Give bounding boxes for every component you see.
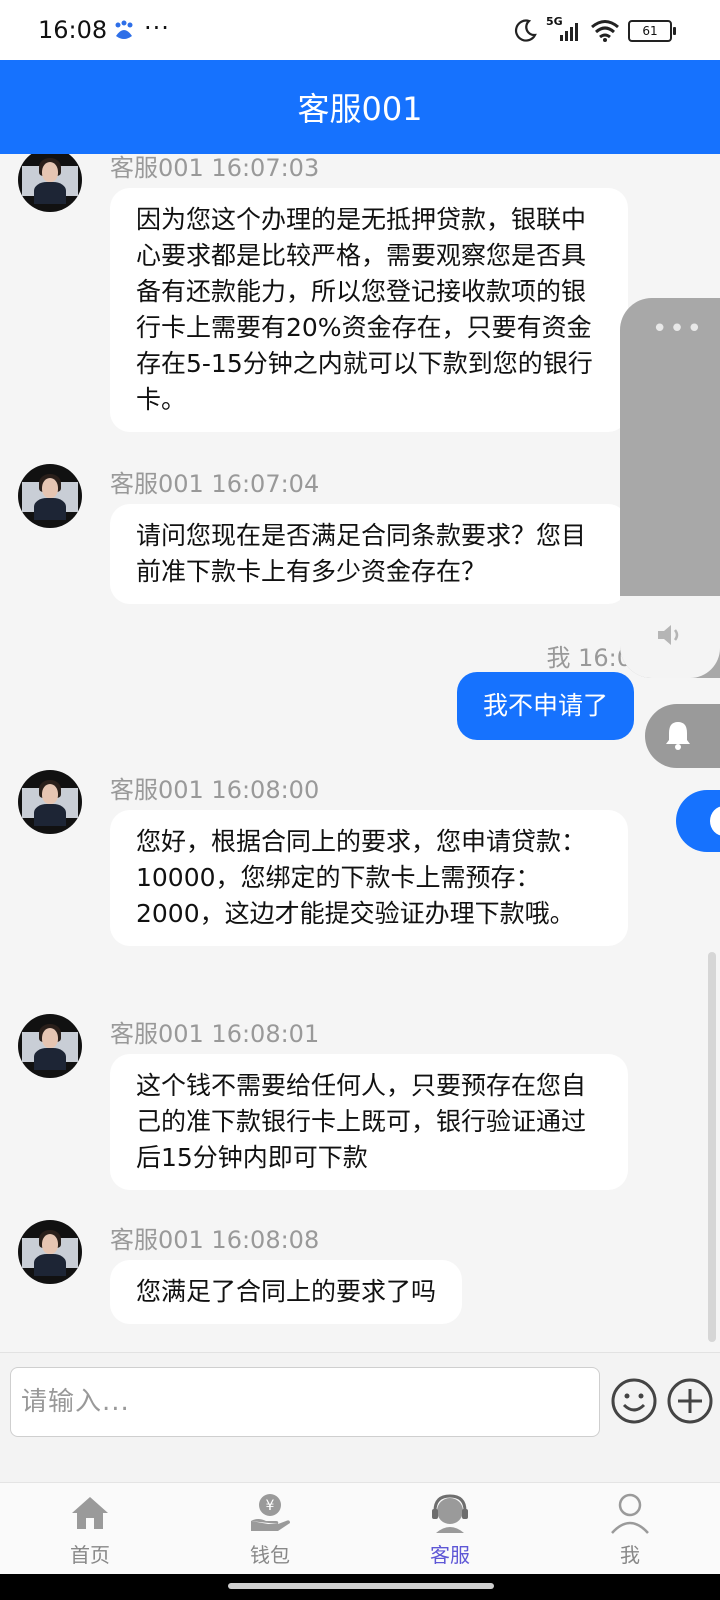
signal-icon: 5G xyxy=(546,15,582,43)
message-bubble[interactable]: 因为您这个办理的是无抵押贷款，银联中心要求都是比较严格，需要观察您是否具备有还款… xyxy=(110,188,628,432)
page-title: 客服001 xyxy=(297,90,423,128)
bottom-nav: 首页 ¥ 钱包 客服 我 xyxy=(0,1482,720,1575)
message-bubble[interactable]: 您好，根据合同上的要求，您申请贷款：10000，您绑定的下款卡上需预存：2000… xyxy=(110,810,628,946)
agent-avatar[interactable] xyxy=(18,154,82,212)
agent-avatar[interactable] xyxy=(18,464,82,528)
nav-label: 客服 xyxy=(430,1543,470,1567)
message-meta: 客服001 16:08:08 xyxy=(110,1226,320,1254)
agent-avatar[interactable] xyxy=(18,770,82,834)
battery-icon: 61 xyxy=(628,20,676,42)
message-bubble[interactable]: 您满足了合同上的要求了吗 xyxy=(110,1260,463,1324)
message-meta: 客服001 16:07:03 xyxy=(110,154,320,182)
moon-icon xyxy=(514,19,537,42)
nav-label: 钱包 xyxy=(250,1543,290,1567)
home-icon xyxy=(72,1497,108,1529)
volume-toggle[interactable] xyxy=(620,596,720,678)
status-time: 16:08 xyxy=(38,16,108,44)
agent-avatar[interactable] xyxy=(18,1014,82,1078)
customer-service-icon xyxy=(432,1494,468,1533)
user-icon xyxy=(611,1493,649,1534)
nav-label: 首页 xyxy=(70,1543,110,1567)
svg-text:¥: ¥ xyxy=(266,1498,275,1514)
nav-item-customer-service[interactable]: 客服 xyxy=(360,1483,540,1575)
nav-item-wallet[interactable]: ¥ 钱包 xyxy=(180,1483,360,1575)
message-meta: 客服001 16:07:04 xyxy=(110,470,320,498)
message-input[interactable] xyxy=(10,1367,600,1437)
chat-message-list[interactable]: 客服001 16:07:03 因为您这个办理的是无抵押贷款，银联中心要求都是比较… xyxy=(0,154,720,1352)
message-meta: 客服001 16:08:00 xyxy=(110,776,320,804)
status-more-dots: ··· xyxy=(144,14,170,42)
wallet-icon: ¥ xyxy=(251,1494,290,1531)
message-bubble[interactable]: 这个钱不需要给任何人，只要预存在您自己的准下款银行卡上既可，银行验证通过后15分… xyxy=(110,1054,628,1190)
speaker-icon xyxy=(658,625,679,645)
message-bubble-mine[interactable]: 我不申请了 xyxy=(456,672,634,740)
chat-header: 客服001 xyxy=(0,60,720,154)
nav-label: 我 xyxy=(620,1543,640,1567)
message-bubble[interactable]: 请问您现在是否满足合同条款要求？您目前准下款卡上有多少资金存在？ xyxy=(110,504,628,604)
agent-avatar[interactable] xyxy=(18,1220,82,1284)
baidu-app-icon xyxy=(115,20,133,39)
nav-item-me[interactable]: 我 xyxy=(540,1483,720,1575)
home-gesture-bar[interactable] xyxy=(228,1583,494,1589)
bell-icon xyxy=(666,722,690,750)
wifi-icon xyxy=(591,20,619,42)
message-meta: 客服001 16:08:01 xyxy=(110,1020,320,1048)
message-input-bar xyxy=(0,1352,720,1483)
more-dots-icon[interactable]: ••• xyxy=(652,314,704,344)
floating-panel[interactable]: ••• xyxy=(620,298,720,678)
notification-bell-button[interactable] xyxy=(645,704,720,768)
chat-scrollbar[interactable] xyxy=(708,952,716,1342)
emoji-icon[interactable] xyxy=(610,1377,658,1425)
add-attachment-icon[interactable] xyxy=(666,1377,714,1425)
nav-item-home[interactable]: 首页 xyxy=(0,1483,180,1575)
status-indicators: 5G 61 xyxy=(512,15,676,44)
toggle-knob xyxy=(710,806,720,836)
status-bar: 16:08 ··· 5G 61 xyxy=(0,0,720,60)
